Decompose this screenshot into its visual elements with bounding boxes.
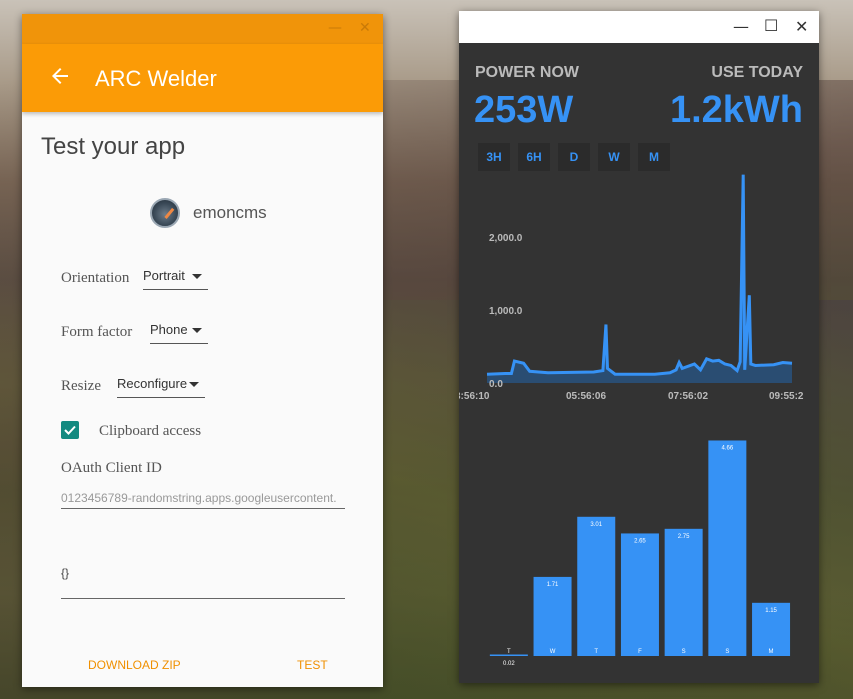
power-line-chart: 0.0 1,000.0 2,000.0 3:56:10 05:56:06 07:56:02… bbox=[459, 174, 804, 402]
test-button[interactable]: TEST bbox=[297, 658, 328, 672]
bar-data-label: 3.01 bbox=[590, 522, 602, 528]
bar bbox=[708, 440, 747, 656]
download-zip-button[interactable]: DOWNLOAD ZIP bbox=[88, 658, 181, 672]
oauth-underline bbox=[61, 508, 345, 509]
power-monitor-window: — ☐ ✕ POWER NOW USE TODAY 253W 1.2kWh 3H… bbox=[459, 11, 819, 683]
app-title: ARC Welder bbox=[95, 66, 217, 91]
resize-value: Reconfigure bbox=[117, 376, 188, 391]
minimize-icon[interactable]: — bbox=[733, 17, 749, 36]
arc-header: ARC Welder bbox=[22, 44, 383, 112]
series-line bbox=[486, 174, 793, 376]
chevron-down-icon bbox=[192, 328, 202, 333]
resize-label: Resize bbox=[61, 378, 101, 394]
bar-data-label: 1.15 bbox=[765, 608, 777, 614]
bar bbox=[577, 516, 616, 656]
resize-select[interactable]: Reconfigure bbox=[117, 376, 205, 398]
app-name: emoncms bbox=[193, 203, 267, 222]
maximize-icon[interactable]: ☐ bbox=[764, 16, 778, 35]
form-factor-value: Phone bbox=[150, 322, 188, 337]
power-now-value: 253W bbox=[474, 89, 574, 131]
metadata-input[interactable]: {} bbox=[61, 566, 69, 580]
arc-titlebar: — ✕ bbox=[22, 14, 383, 44]
form-factor-select[interactable]: Phone bbox=[150, 322, 208, 344]
bar-data-label: 1.71 bbox=[547, 582, 559, 588]
usage-bar-chart: 0.02 T 1.71 W 3.01 T 2.65 F 2.75 S 4.66 S 1.15 M bbox=[489, 440, 791, 667]
close-icon[interactable]: ✕ bbox=[795, 17, 808, 36]
orientation-select[interactable]: Portrait bbox=[143, 268, 208, 290]
bar-data-label: 0.02 bbox=[503, 661, 515, 667]
bar-data-label: 4.66 bbox=[722, 445, 734, 451]
use-today-label: USE TODAY bbox=[711, 64, 803, 81]
bar-category-label: S bbox=[725, 649, 729, 655]
oauth-input[interactable]: 0123456789-randomstring.apps.googleuserc… bbox=[61, 491, 337, 505]
close-icon[interactable]: ✕ bbox=[359, 20, 371, 36]
chevron-down-icon bbox=[192, 274, 202, 279]
clipboard-checkbox[interactable] bbox=[61, 421, 79, 439]
bar bbox=[664, 528, 703, 656]
bar-data-label: 2.75 bbox=[678, 534, 690, 540]
x-tick-label: 05:56:06 bbox=[566, 391, 606, 402]
minimize-icon[interactable]: — bbox=[328, 20, 342, 36]
clipboard-label: Clipboard access bbox=[99, 423, 202, 439]
y-tick-label: 1,000.0 bbox=[489, 306, 523, 317]
back-arrow-icon[interactable] bbox=[48, 64, 72, 88]
checkmark-icon bbox=[64, 425, 76, 435]
bar-category-label: T bbox=[594, 649, 598, 655]
bar-category-label: W bbox=[550, 649, 556, 655]
y-tick-label: 2,000.0 bbox=[489, 233, 523, 244]
arc-body: Test your app emoncms Orientation Portra… bbox=[22, 112, 383, 687]
bar-category-label: T bbox=[507, 649, 511, 655]
oauth-label: OAuth Client ID bbox=[61, 460, 162, 476]
emoncms-app-icon bbox=[150, 198, 180, 228]
bar-category-label: M bbox=[769, 649, 774, 655]
form-factor-label: Form factor bbox=[61, 324, 133, 340]
power-now-label: POWER NOW bbox=[475, 64, 579, 81]
bar-category-label: F bbox=[638, 649, 642, 655]
use-today-value: 1.2kWh bbox=[669, 89, 803, 131]
bar-data-label: 2.65 bbox=[634, 538, 646, 544]
orientation-value: Portrait bbox=[143, 268, 185, 283]
bar-category-label: S bbox=[682, 649, 686, 655]
y-tick-label: 0.0 bbox=[489, 379, 503, 390]
bar bbox=[620, 533, 659, 656]
power-titlebar: — ☐ ✕ bbox=[459, 11, 819, 43]
orientation-label: Orientation bbox=[61, 270, 130, 286]
metadata-underline bbox=[61, 598, 345, 599]
arc-welder-window: — ✕ ARC Welder Test your app emoncms Ori… bbox=[22, 14, 383, 687]
bar bbox=[533, 576, 572, 656]
chevron-down-icon bbox=[189, 382, 199, 387]
page-title: Test your app bbox=[41, 133, 186, 160]
x-tick-label: 3:56:10 bbox=[459, 391, 490, 402]
x-tick-label: 07:56:02 bbox=[668, 391, 708, 402]
x-tick-label: 09:55:2 bbox=[769, 391, 804, 402]
